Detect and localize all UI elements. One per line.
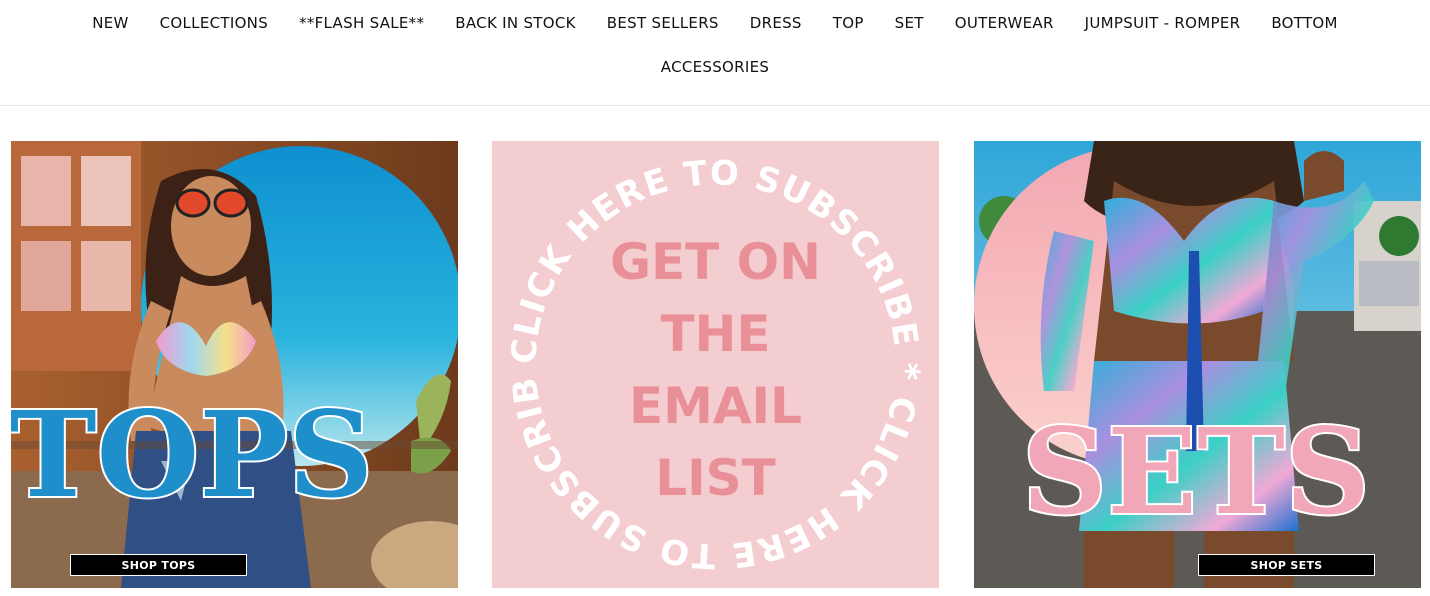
nav-top[interactable]: TOP — [833, 14, 864, 32]
nav-flash-sale[interactable]: **FLASH SALE** — [299, 14, 424, 32]
nav-row-1: NEW COLLECTIONS **FLASH SALE** BACK IN S… — [0, 12, 1430, 34]
tops-promo-tile[interactable]: TOPS SHOP TOPS — [11, 141, 458, 588]
nav-set[interactable]: SET — [895, 14, 924, 32]
sets-promo-tile[interactable]: SETS SHOP SETS — [974, 141, 1421, 588]
tops-word: TOPS — [11, 385, 373, 524]
nav-new[interactable]: NEW — [92, 14, 128, 32]
shop-sets-button[interactable]: SHOP SETS — [1198, 554, 1375, 576]
nav-dress[interactable]: DRESS — [750, 14, 802, 32]
subscribe-promo-tile[interactable]: CLICK HERE TO SUBSCRIBE * CLICK HERE TO … — [492, 141, 939, 588]
main-nav: NEW COLLECTIONS **FLASH SALE** BACK IN S… — [0, 0, 1430, 106]
subscribe-line-3: EMAIL — [629, 377, 802, 435]
nav-back-in-stock[interactable]: BACK IN STOCK — [455, 14, 575, 32]
shop-tops-button[interactable]: SHOP TOPS — [70, 554, 247, 576]
nav-row-2: ACCESSORIES — [0, 56, 1430, 78]
nav-accessories[interactable]: ACCESSORIES — [661, 58, 769, 76]
subscribe-promo-image: CLICK HERE TO SUBSCRIBE * CLICK HERE TO … — [492, 141, 939, 588]
nav-outerwear[interactable]: OUTERWEAR — [955, 14, 1054, 32]
nav-best-sellers[interactable]: BEST SELLERS — [607, 14, 719, 32]
sets-word: SETS — [1022, 402, 1370, 541]
nav-jumpsuit-romper[interactable]: JUMPSUIT - ROMPER — [1085, 14, 1241, 32]
subscribe-line-1: GET ON — [610, 233, 821, 291]
subscribe-line-2: THE — [660, 305, 770, 363]
sets-promo-image: SETS — [974, 141, 1421, 588]
nav-bottom[interactable]: BOTTOM — [1271, 14, 1337, 32]
nav-collections[interactable]: COLLECTIONS — [160, 14, 268, 32]
subscribe-line-4: LIST — [655, 449, 776, 507]
tops-promo-image: TOPS — [11, 141, 458, 588]
